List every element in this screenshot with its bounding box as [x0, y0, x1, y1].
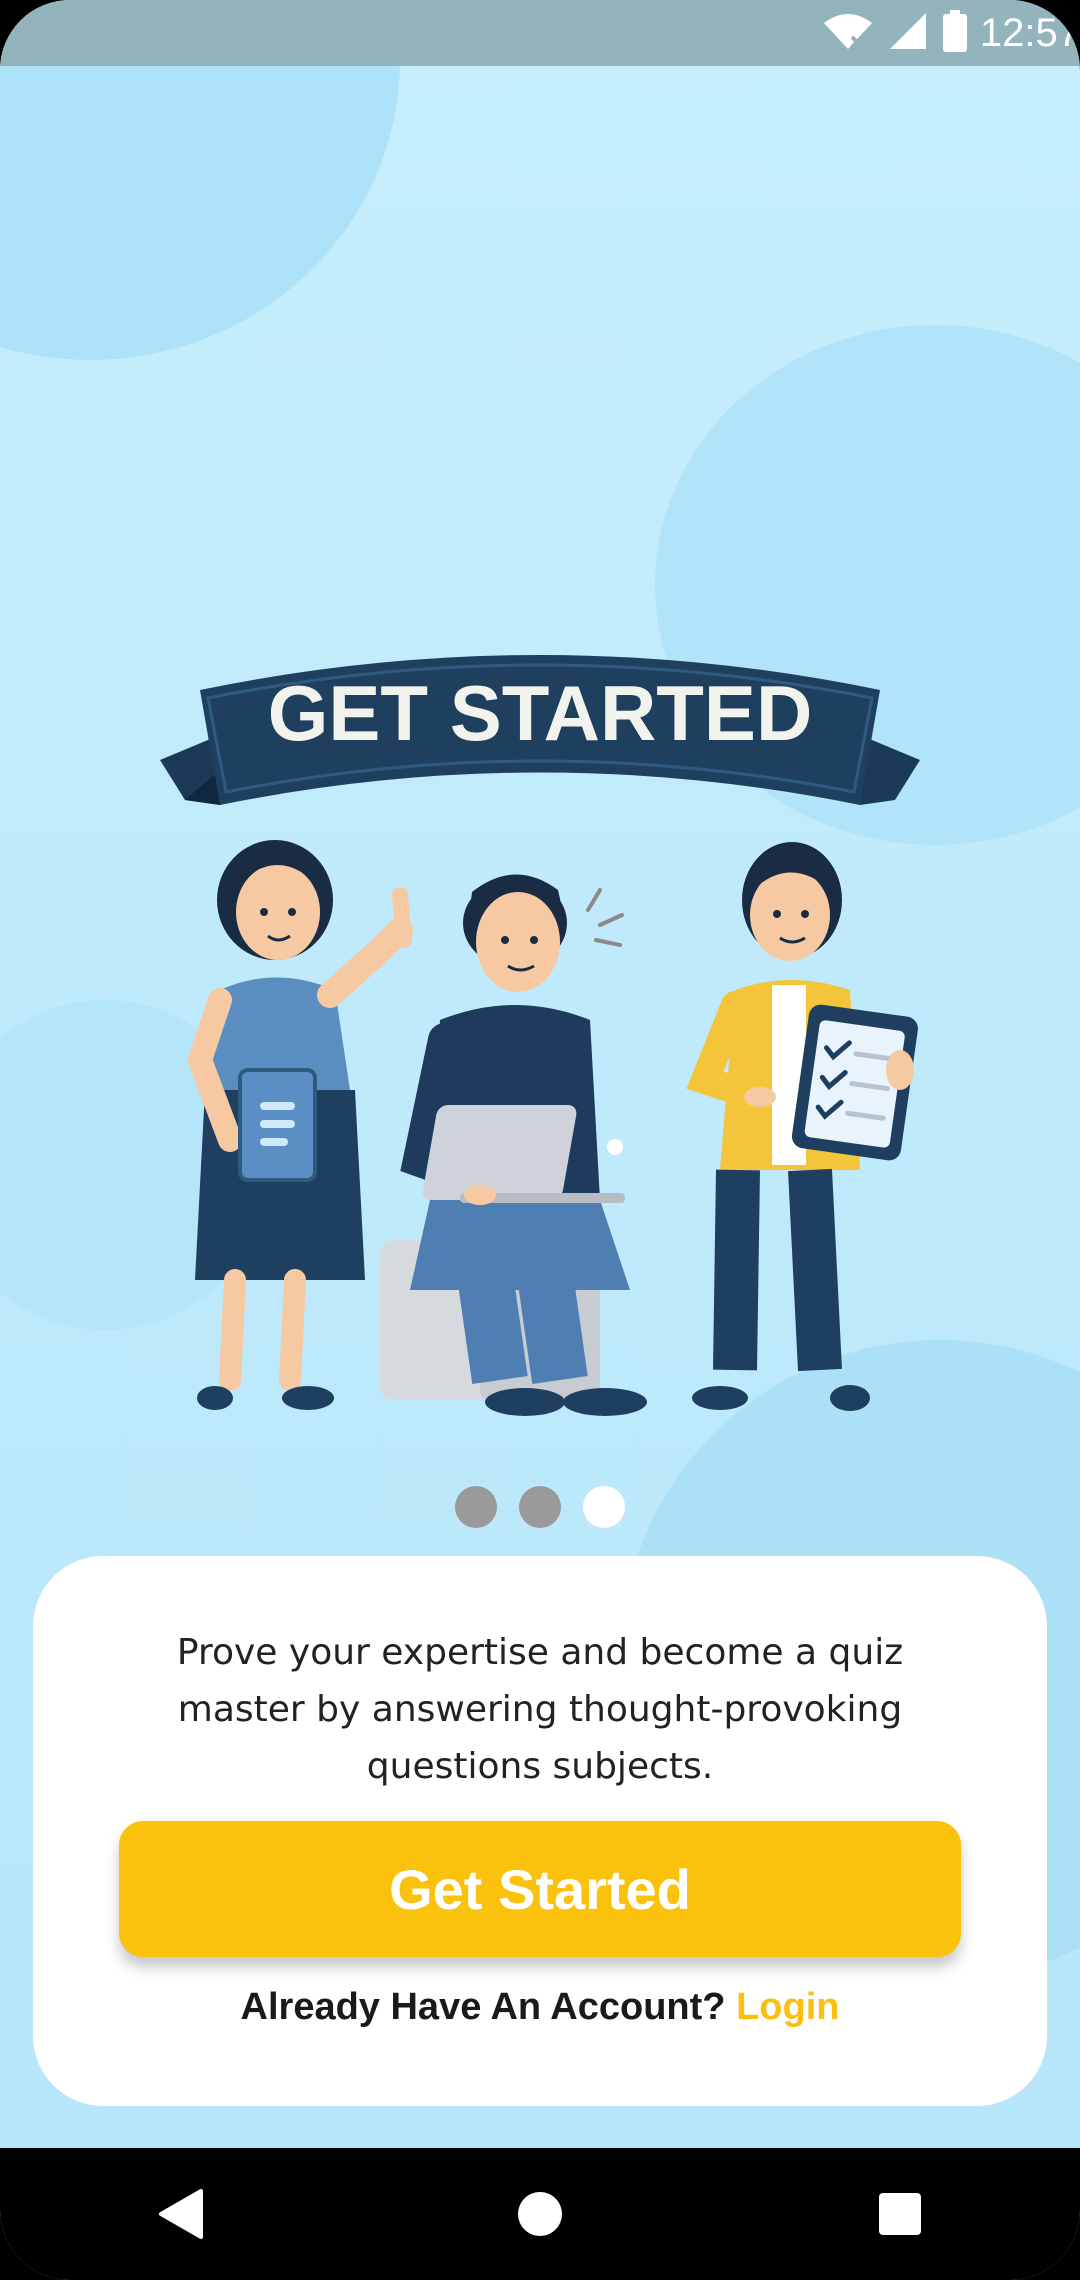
- pager-dot[interactable]: [519, 1486, 561, 1528]
- banner-text: GET STARTED: [268, 669, 813, 757]
- login-prompt: Already Have An Account? Login: [33, 1986, 1047, 2029]
- home-icon: [518, 2192, 562, 2236]
- onboarding-card: Prove your expertise and become a quiz m…: [33, 1556, 1047, 2106]
- woman-with-checklist-figure: [686, 842, 918, 1411]
- banner-ribbon: GET STARTED: [160, 655, 920, 805]
- home-button[interactable]: [480, 2164, 600, 2264]
- onboarding-screen: 12:57 GET STARTED Prove your expertise a…: [0, 0, 1080, 2280]
- status-time: 12:57: [979, 10, 1080, 55]
- pager-dot-active[interactable]: [583, 1486, 625, 1528]
- system-navigation-bar: [0, 2148, 1080, 2280]
- status-bar: 12:57: [0, 0, 1080, 66]
- onboarding-description: Prove your expertise and become a quiz m…: [176, 1632, 904, 1787]
- woman-with-tablet-figure: [187, 840, 413, 1410]
- back-icon: [159, 2189, 203, 2239]
- recents-button[interactable]: [840, 2164, 960, 2264]
- man-with-laptop-figure: [380, 874, 647, 1416]
- wifi-icon: [822, 11, 874, 56]
- login-link[interactable]: Login: [736, 1986, 839, 2028]
- account-prompt-text: Already Have An Account?: [240, 1986, 726, 2028]
- battery-icon: [942, 9, 968, 57]
- get-started-button[interactable]: Get Started: [119, 1821, 961, 1957]
- pager-dot[interactable]: [455, 1486, 497, 1528]
- back-button[interactable]: [120, 2164, 240, 2264]
- get-started-illustration: GET STARTED: [160, 655, 920, 1416]
- cell-signal-icon: [888, 11, 928, 56]
- recents-icon: [879, 2193, 921, 2235]
- pager-indicator: [0, 1486, 1080, 1528]
- status-icons: [822, 9, 968, 57]
